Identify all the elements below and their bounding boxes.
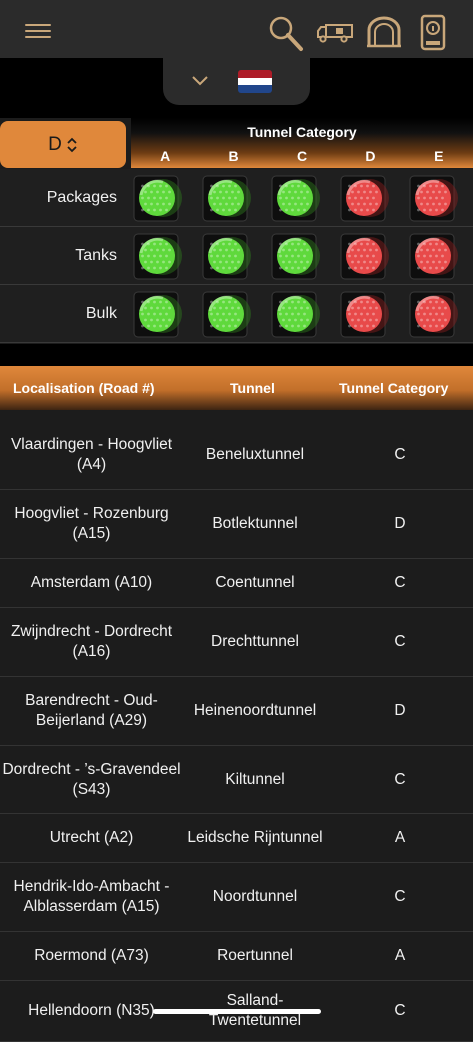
green-light-icon [202,231,256,281]
row-tunnel-name: Beneluxtunnel [205,446,305,463]
red-light-icon [340,289,394,339]
chevron-up-down-icon [67,137,77,152]
green-light-icon [271,289,325,339]
row-tunnel-name: Botlektunnel [212,515,298,532]
tunnel-icon[interactable] [366,16,402,48]
category-selector-value: D [48,133,62,155]
table-row[interactable]: Amsterdam (A10) Coentunnel C [0,559,473,608]
row-tunnel-category: C [394,888,406,905]
red-light-icon [340,173,394,223]
red-light-icon [409,173,463,223]
row-location: Hoogvliet - Rozenburg (A15) [14,505,169,542]
menu-icon[interactable] [25,24,51,44]
row-location: Vlaardingen - Hoogvliet (A4) [10,436,173,473]
netherlands-flag-icon[interactable] [238,70,272,93]
tunnel-category-title: Tunnel Category [247,124,357,140]
row-location: Amsterdam (A10) [30,574,153,591]
green-light-icon [133,289,187,339]
row-location: Roermond (A73) [34,947,149,964]
category-letter: A [160,148,171,164]
row-location: Barendrecht - Oud-Beijerland (A29) [25,692,158,729]
truck-icon[interactable] [317,22,353,44]
language-selector[interactable] [163,58,310,105]
table-row[interactable]: Vlaardingen - Hoogvliet (A4) Beneluxtunne… [0,421,473,490]
header-tunnel: Tunnel [230,380,275,396]
table-row[interactable]: Utrecht (A2) Leidsche Rijntunnel A [0,814,473,863]
tunnel-category-header: Tunnel Category A B C D E [131,118,473,168]
category-letter: D [365,148,376,164]
tunnel-list-header: Localisation (Road #) Tunnel Tunnel Cate… [0,366,473,410]
row-tunnel-name: Drechttunnel [211,633,299,650]
row-location: Hendrik-Ido-Ambacht - Alblasserdam (A15) [13,878,170,915]
row-tunnel-category: A [394,829,406,846]
home-indicator [153,1009,321,1014]
row-tunnel-category: C [394,446,406,463]
row-location: Utrecht (A2) [49,829,134,846]
category-letter: C [296,148,308,164]
category-letter: E [434,148,444,164]
category-selector[interactable]: D [0,121,126,168]
green-light-icon [271,173,325,223]
category-letter: B [228,148,239,164]
table-row[interactable]: Dordrecht - ’s-Gravendeel (S43) Kiltunnel… [0,746,473,814]
hazard-row-label: Tanks [75,246,117,264]
row-tunnel-category: C [394,1002,406,1019]
row-tunnel-category: C [394,574,406,591]
header-location: Localisation (Road #) [13,380,155,396]
top-bar [0,0,473,58]
green-light-icon [202,173,256,223]
red-light-icon [409,289,463,339]
row-tunnel-name: Noordtunnel [212,888,298,905]
table-row[interactable]: Zwijndrecht - Dordrecht (A16) Drechttunne… [0,608,473,677]
row-tunnel-category: C [394,633,406,650]
table-row[interactable]: Roermond (A73) Roertunnel A [0,932,473,981]
row-tunnel-name: Leidsche Rijntunnel [187,829,323,846]
red-light-icon [340,231,394,281]
green-light-icon [133,173,187,223]
section-gap [0,344,473,366]
row-tunnel-category: D [394,702,406,719]
green-light-icon [133,231,187,281]
row-tunnel-category: C [394,770,406,788]
row-tunnel-category: D [394,515,406,532]
table-row[interactable]: Hoogvliet - Rozenburg (A15) Botlektunnel D [0,490,473,559]
chevron-down-icon[interactable] [191,74,209,88]
info-document-icon[interactable] [420,14,446,52]
row-location: Dordrecht - ’s-Gravendeel (S43) [2,760,181,798]
row-location: Zwijndrecht - Dordrecht (A16) [10,623,173,660]
red-light-icon [409,231,463,281]
hazard-row-tanks: Tanks [0,227,473,285]
search-icon[interactable] [266,14,304,52]
hazard-row-label: Packages [46,188,117,206]
row-tunnel-name: Kiltunnel [225,770,285,788]
hazard-row-bulk: Bulk [0,285,473,343]
row-tunnel-name: Coentunnel [215,574,295,591]
green-light-icon [202,289,256,339]
hazard-row-label: Bulk [85,304,117,322]
green-light-icon [271,231,325,281]
row-tunnel-category: A [394,947,406,964]
header-category: Tunnel Category [339,380,449,396]
row-tunnel-name: Heinenoordtunnel [193,702,317,719]
table-row[interactable]: Barendrecht - Oud-Beijerland (A29) Heinen… [0,677,473,746]
hazard-row-packages: Packages [0,169,473,227]
table-row[interactable]: Hendrik-Ido-Ambacht - Alblasserdam (A15)… [0,863,473,932]
row-tunnel-name: Roertunnel [217,947,293,964]
